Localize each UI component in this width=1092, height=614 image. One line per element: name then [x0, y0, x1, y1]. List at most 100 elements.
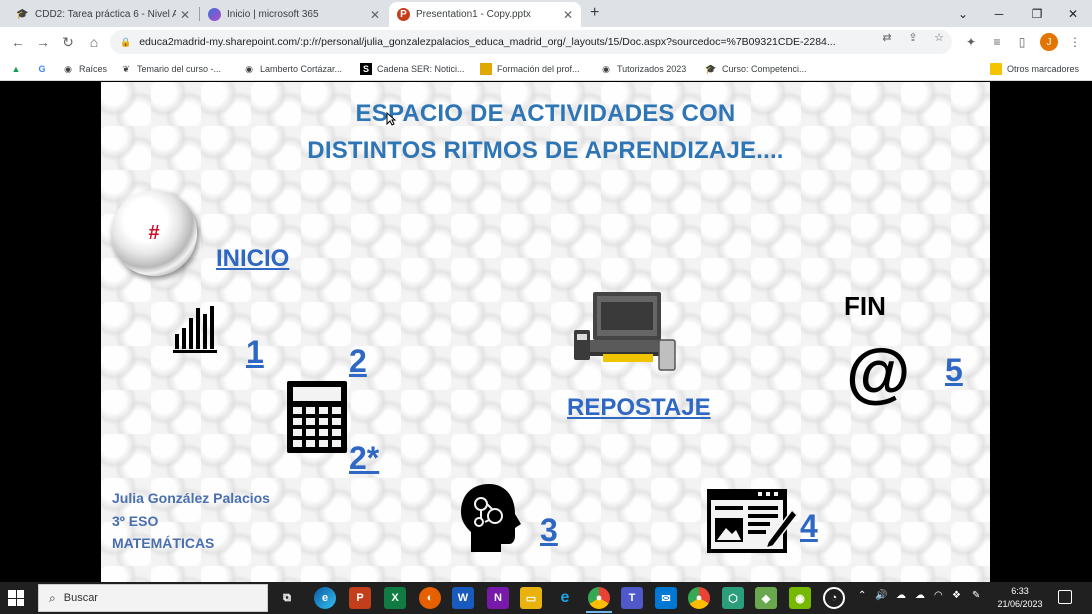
- firefox-icon[interactable]: ◐: [419, 587, 441, 609]
- close-icon[interactable]: ✕: [180, 8, 190, 22]
- hash-symbol: #: [148, 221, 160, 244]
- microsoft365-icon: [208, 8, 221, 21]
- onenote-icon[interactable]: N: [487, 587, 509, 609]
- notifications-icon[interactable]: [1058, 590, 1072, 604]
- window-close-button[interactable]: ✕: [1054, 0, 1092, 27]
- home-hash-button[interactable]: #: [111, 190, 197, 276]
- other-bookmarks[interactable]: Otros marcadores: [990, 61, 1079, 77]
- tab-presentation[interactable]: P Presentation1 - Copy.pptx ✕: [389, 2, 581, 27]
- bookmarks-bar: ▲ G ◉ Raíces ❦ Temario del curso -... ◉ …: [0, 57, 1092, 81]
- at-symbol-icon[interactable]: @: [846, 336, 910, 408]
- chrome-icon[interactable]: ●: [588, 587, 610, 609]
- tab-label: Presentation1 - Copy.pptx: [416, 9, 531, 20]
- bookmark-google[interactable]: G: [36, 61, 53, 77]
- minimize-button[interactable]: ─: [980, 0, 1018, 27]
- dropbox-icon[interactable]: ❖: [952, 590, 961, 601]
- address-bar[interactable]: 🔒 educa2madrid-my.sharepoint.com/:p:/r/p…: [110, 30, 952, 54]
- back-arrow-icon[interactable]: ←: [8, 32, 28, 52]
- bookmark-temario[interactable]: ❦ Temario del curso -...: [120, 61, 221, 77]
- search-placeholder: Buscar: [63, 592, 98, 604]
- translate-icon[interactable]: ⇄: [878, 31, 896, 44]
- profile-avatar[interactable]: J: [1040, 33, 1058, 51]
- mail-icon[interactable]: ✉: [655, 587, 677, 609]
- bookmark-tutorizados[interactable]: ◉ Tutorizados 2023: [600, 61, 686, 77]
- bookmark-raices[interactable]: ◉ Raíces: [62, 61, 107, 77]
- windows-taskbar: ⌕ Buscar ⧉ e P X ◐ W N ▭ e ● T ✉ ● ⬡ ◆ ◉…: [0, 582, 1092, 614]
- leaf-icon: ❦: [122, 63, 130, 74]
- side-panel-icon[interactable]: ▯: [1013, 32, 1031, 52]
- share-icon[interactable]: ⇪: [904, 31, 922, 44]
- bookmark-formacion[interactable]: Formación del prof...: [480, 61, 580, 77]
- teams-icon[interactable]: T: [621, 587, 643, 609]
- word-icon[interactable]: W: [452, 587, 474, 609]
- bookmark-label: Formación del prof...: [497, 64, 580, 74]
- clock-date: 21/06/2023: [997, 599, 1043, 609]
- bookmark-label: Raíces: [79, 64, 108, 74]
- tab-search-icon[interactable]: ⌄: [944, 0, 982, 27]
- globe-icon: ◉: [602, 63, 610, 74]
- app-shield-icon[interactable]: ⬡: [722, 587, 744, 609]
- wifi-icon[interactable]: ◠: [934, 590, 943, 601]
- pen-icon[interactable]: ✎: [972, 590, 980, 601]
- nvidia-icon[interactable]: ◉: [789, 587, 811, 609]
- fin-label: FIN: [844, 291, 886, 321]
- tab-microsoft365[interactable]: Inicio | microsoft 365 ✕: [200, 2, 388, 27]
- task-view-icon[interactable]: ⧉: [276, 587, 298, 609]
- home-icon[interactable]: ⌂: [84, 32, 104, 52]
- article-pen-icon[interactable]: [706, 488, 798, 556]
- mouse-cursor-icon: [386, 112, 396, 126]
- tray-chevron-icon[interactable]: ⌃: [858, 590, 866, 601]
- more-menu-icon[interactable]: ⋮: [1066, 32, 1084, 52]
- calculator-icon[interactable]: [286, 380, 348, 454]
- excel-icon[interactable]: X: [384, 587, 406, 609]
- new-tab-button[interactable]: +: [590, 4, 599, 22]
- system-clock[interactable]: 6:33 21/06/2023: [990, 585, 1050, 611]
- maximize-button[interactable]: ❐: [1018, 0, 1056, 27]
- activity-4-link[interactable]: 4: [800, 508, 818, 545]
- head-brain-icon[interactable]: [459, 482, 523, 554]
- tab-cdd2[interactable]: 🎓 CDD2: Tarea práctica 6 - Nivel A2 ✕: [8, 2, 198, 27]
- file-explorer-icon[interactable]: ▭: [520, 587, 542, 609]
- bookmark-curso[interactable]: 🎓 Curso: Competenci...: [705, 61, 807, 77]
- activity-2-link[interactable]: 2: [349, 343, 367, 380]
- browser-tab-bar: 🎓 CDD2: Tarea práctica 6 - Nivel A2 ✕ In…: [0, 0, 1092, 27]
- activity-1-link[interactable]: 1: [246, 334, 264, 371]
- bookmark-lamberto[interactable]: ◉ Lamberto Cortázar...: [243, 61, 342, 77]
- slide-title-line2: DISTINTOS RITMOS DE APRENDIZAJE....: [307, 137, 784, 164]
- bookmark-drive[interactable]: ▲: [10, 61, 27, 77]
- chrome-profile-icon[interactable]: ●: [688, 587, 710, 609]
- reload-icon[interactable]: ↻: [58, 32, 78, 52]
- edge-icon[interactable]: e: [314, 587, 336, 609]
- forward-arrow-icon[interactable]: →: [33, 32, 53, 52]
- taskbar-search[interactable]: ⌕ Buscar: [38, 584, 268, 612]
- volume-icon[interactable]: 🔊: [875, 590, 887, 601]
- extensions-icon[interactable]: ✦: [962, 32, 980, 52]
- globe-icon: ◉: [245, 63, 253, 74]
- bookmark-label: Curso: Competenci...: [722, 64, 807, 74]
- bar-chart-icon[interactable]: [171, 304, 219, 354]
- bookmark-cadena-ser[interactable]: S Cadena SER: Notici...: [360, 61, 465, 77]
- internet-explorer-icon[interactable]: e: [554, 587, 576, 609]
- onedrive-icon[interactable]: ☁: [896, 590, 906, 601]
- onedrive-business-icon[interactable]: ☁: [915, 590, 925, 601]
- screen-recorder-icon[interactable]: ◔: [823, 587, 845, 609]
- activity-5-link[interactable]: 5: [945, 352, 963, 389]
- close-icon[interactable]: ✕: [563, 8, 573, 22]
- ser-logo-icon: S: [360, 63, 372, 75]
- devices-laptop-icon[interactable]: [573, 290, 679, 374]
- windows-start-icon[interactable]: [8, 590, 24, 606]
- activity-2-star-link[interactable]: 2*: [349, 440, 379, 477]
- repostaje-link[interactable]: REPOSTAJE: [567, 394, 711, 422]
- crest-icon: [480, 63, 492, 75]
- app-green-icon[interactable]: ◆: [755, 587, 777, 609]
- powerpoint-taskbar-icon[interactable]: P: [349, 587, 371, 609]
- media-queue-icon[interactable]: ≡: [988, 32, 1006, 52]
- close-icon[interactable]: ✕: [370, 8, 380, 22]
- drive-icon: ▲: [11, 64, 21, 74]
- activity-3-link[interactable]: 3: [540, 512, 558, 549]
- bookmark-star-icon[interactable]: ☆: [930, 31, 948, 44]
- lock-icon: 🔒: [120, 36, 132, 47]
- folder-icon: [990, 63, 1002, 75]
- inicio-link[interactable]: INICIO: [216, 245, 289, 273]
- author-name: Julia González Palacios: [112, 490, 270, 506]
